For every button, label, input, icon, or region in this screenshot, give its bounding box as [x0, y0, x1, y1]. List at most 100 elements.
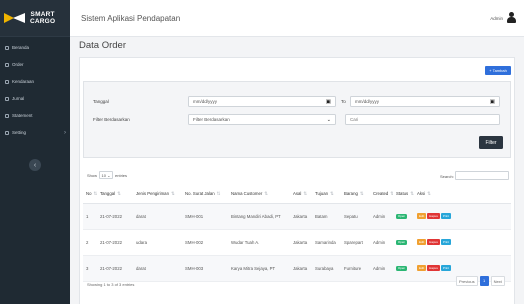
sidebar-item-label: Jurnal	[12, 96, 25, 101]
sort-icon: ⇅	[390, 191, 393, 197]
sort-icon: ⇅	[93, 191, 98, 197]
cargo-logo-icon	[4, 11, 26, 25]
delete-button[interactable]: Hapus	[427, 265, 440, 271]
date-from-value: mm/dd/yyyy	[193, 99, 218, 104]
table-cell: 3	[83, 255, 97, 282]
add-order-button[interactable]: + Tambah	[485, 66, 511, 75]
column-header[interactable]: Tujuan ⇅	[312, 186, 341, 204]
table-cell: Karya Mitra Sejaya, PT	[228, 255, 290, 282]
tanggal-label: Tanggal	[93, 99, 109, 104]
user-icon[interactable]	[507, 12, 516, 24]
table-cell: darat	[133, 255, 182, 282]
print-button[interactable]: Print	[440, 213, 452, 219]
column-header[interactable]: Status ⇅	[393, 186, 414, 204]
actions-cell: Edit Hapus Print	[414, 203, 511, 230]
date-to-value: mm/dd/yyyy	[355, 99, 380, 104]
sort-icon: ⇅	[216, 191, 221, 197]
filter-berdasarkan-label: Filter Berdasarkan	[93, 117, 130, 122]
column-header[interactable]: Aksi ⇅	[414, 186, 511, 204]
column-header[interactable]: Barang ⇅	[341, 186, 370, 204]
calendar-icon[interactable]: ▣	[490, 99, 495, 105]
table-cell: Samarinda	[312, 229, 341, 256]
home-icon	[5, 45, 9, 50]
sidebar-item-label: Beranda	[12, 45, 30, 50]
column-header[interactable]: Nama Customer ⇅	[228, 186, 290, 204]
sidebar-item-order[interactable]: Order	[0, 56, 70, 73]
table-row: 3 21-07-2022 darat SMH-003 Karya Mitra S…	[83, 255, 511, 282]
table-cell: Surabaya	[312, 255, 341, 282]
delete-button[interactable]: Hapus	[427, 213, 440, 219]
table-cell: SMH-002	[182, 229, 228, 256]
show-label: Show	[87, 172, 98, 178]
next-button[interactable]: Next	[490, 276, 505, 286]
print-button[interactable]: Print	[440, 265, 452, 271]
entries-select[interactable]: 10 ⌄	[99, 171, 114, 179]
table-cell: Admin	[370, 255, 393, 282]
table-cell: 1	[83, 203, 97, 230]
status-cell: Open	[393, 255, 414, 282]
table-info: Showing 1 to 3 of 3 entries	[87, 282, 135, 287]
column-header[interactable]: No ⇅	[83, 186, 98, 204]
column-header[interactable]: Jenis Pengiriman ⇅	[133, 186, 182, 204]
print-button[interactable]: Print	[440, 239, 452, 245]
table-cell: 21-07-2022	[97, 255, 133, 282]
column-label: Tujuan	[315, 191, 328, 197]
search-label: Search:	[440, 174, 454, 179]
brand[interactable]: SMART CARGO	[0, 0, 70, 37]
order-table: No ⇅ Tanggal ⇅ Jenis Pengiriman ⇅ No. Surat…	[83, 186, 511, 282]
user-name[interactable]: Admin	[490, 16, 503, 21]
table-cell: 2	[83, 229, 97, 256]
sort-icon: ⇅	[410, 191, 414, 197]
table-cell: Jakarta	[290, 203, 312, 230]
page-1-button[interactable]: 1	[479, 276, 489, 286]
table-cell: 21-07-2022	[97, 229, 133, 256]
sidebar-item-setting[interactable]: Setting ›	[0, 124, 70, 141]
app-title: Sistem Aplikasi Pendapatan	[81, 13, 181, 23]
column-label: Tanggal	[100, 191, 116, 197]
filter-berdasarkan-select[interactable]: Filter Berdasarkan ⌄	[188, 114, 336, 125]
table-cell: darat	[133, 203, 182, 230]
delete-button[interactable]: Hapus	[427, 239, 440, 245]
search-input[interactable]	[455, 171, 509, 180]
sidebar-item-jurnal[interactable]: Jurnal	[0, 90, 70, 107]
previous-button[interactable]: Previous	[456, 276, 478, 286]
to-label: To	[341, 99, 346, 104]
table-cell: Batam	[312, 203, 341, 230]
edit-button[interactable]: Edit	[417, 213, 427, 219]
column-header[interactable]: Tanggal ⇅	[97, 186, 133, 204]
table-cell: Sepatu	[341, 203, 370, 230]
table-row: 1 21-07-2022 darat SMH-001 Bintang Mandi…	[83, 203, 511, 230]
filter-button[interactable]: Filter	[479, 136, 503, 149]
table-cell: Admin	[370, 203, 393, 230]
column-label: Asal	[293, 191, 302, 197]
status-cell: Open	[393, 229, 414, 256]
sidebar-item-statement[interactable]: Statement	[0, 107, 70, 124]
edit-button[interactable]: Edit	[417, 239, 427, 245]
sidebar-toggle-button[interactable]: ‹	[29, 159, 41, 171]
table-cell: SMH-003	[182, 255, 228, 282]
cari-input[interactable]: Cari	[345, 114, 500, 125]
column-header[interactable]: Asal ⇅	[290, 186, 312, 204]
table-cell: Furniture	[341, 255, 370, 282]
sort-icon: ⇅	[303, 191, 307, 197]
sidebar-item-beranda[interactable]: Beranda	[0, 39, 70, 56]
chevron-right-icon: ›	[64, 129, 66, 136]
edit-button[interactable]: Edit	[417, 265, 427, 271]
vehicle-icon	[5, 79, 9, 84]
order-icon	[5, 62, 9, 67]
sidebar-item-kendaraan[interactable]: Kendaraan	[0, 73, 70, 90]
date-to-input[interactable]: mm/dd/yyyy ▣	[350, 96, 500, 107]
table-cell: SMH-001	[182, 203, 228, 230]
table-cell: Sparepart	[341, 229, 370, 256]
pagination: Previous 1 Next	[456, 276, 505, 286]
sort-icon: ⇅	[170, 191, 175, 197]
date-from-input[interactable]: mm/dd/yyyy ▣	[188, 96, 336, 107]
column-label: Created	[373, 191, 389, 197]
topbar: Sistem Aplikasi Pendapatan Admin	[70, 0, 524, 37]
table-cell: Admin	[370, 229, 393, 256]
column-header[interactable]: Created ⇅	[370, 186, 393, 204]
column-header[interactable]: No. Surat Jalan ⇅	[182, 186, 228, 204]
calendar-icon[interactable]: ▣	[326, 99, 331, 105]
table-cell: udara	[133, 229, 182, 256]
table-row: 2 21-07-2022 udara SMH-002 Wudar Tuah A.…	[83, 229, 511, 256]
